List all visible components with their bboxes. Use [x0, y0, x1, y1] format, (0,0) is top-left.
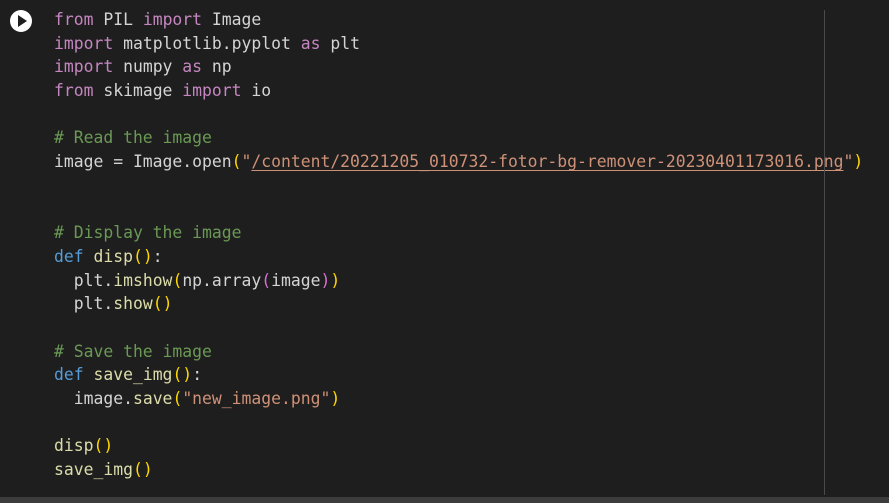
paren: ( — [261, 270, 272, 290]
code-line: from skimage import io — [54, 79, 889, 103]
keyword: from — [54, 10, 94, 29]
paren: ) — [330, 389, 341, 408]
code-line: # Display the image — [54, 221, 889, 245]
paren: ) — [320, 270, 331, 290]
code-line: plt.imshow(np.array(image)) — [54, 269, 889, 293]
keyword: import — [54, 57, 114, 77]
code-line: import matplotlib.pyplot as plt — [54, 32, 889, 56]
code-text: image — [271, 270, 321, 290]
code-line: image.save("new_image.png") — [54, 387, 889, 411]
comment: # Display the image — [54, 223, 242, 243]
string-literal: "new_image.png" — [182, 389, 331, 408]
code-line: save_img() — [54, 458, 889, 482]
paren: () — [132, 460, 153, 480]
paren: ( — [172, 389, 183, 408]
code-text: Image — [202, 10, 262, 29]
file-path-link[interactable]: /content/20221205_010732-fotor-bg-remove… — [251, 152, 843, 171]
code-text: plt. — [54, 270, 114, 290]
comment: # Save the image — [54, 341, 212, 361]
function-name: disp — [54, 436, 94, 456]
code-text: skimage — [93, 81, 183, 101]
function-name: imshow — [113, 270, 173, 290]
code-line: def disp(): — [54, 245, 889, 269]
keyword: import — [182, 81, 242, 101]
keyword: as — [300, 33, 321, 53]
function-name: save — [132, 389, 173, 408]
paren: ) — [853, 152, 864, 172]
code-text: np — [202, 57, 232, 77]
code-text: numpy — [113, 57, 183, 77]
code-text: : — [192, 365, 203, 385]
code-editor[interactable]: from PIL import Image import matplotlib.… — [54, 8, 889, 482]
paren: ( — [172, 270, 183, 290]
code-text: plt — [320, 33, 360, 53]
function-name: disp — [93, 246, 133, 266]
keyword: as — [182, 57, 203, 77]
play-icon — [18, 15, 27, 27]
code-line: # Save the image — [54, 340, 889, 364]
run-cell-button[interactable] — [10, 10, 32, 32]
code-line: import numpy as np — [54, 55, 889, 79]
code-line: def save_img(): — [54, 363, 889, 387]
keyword: import — [54, 33, 114, 53]
function-name: save_img — [93, 365, 173, 385]
paren: ( — [231, 152, 242, 172]
paren: () — [152, 294, 173, 314]
code-text: PIL — [93, 10, 143, 29]
function-name: save_img — [54, 460, 133, 480]
keyword: from — [54, 81, 94, 101]
paren: () — [93, 436, 114, 456]
horizontal-scrollbar[interactable] — [0, 497, 889, 503]
paren: () — [132, 246, 153, 266]
code-cell[interactable]: from PIL import Image import matplotlib.… — [0, 0, 889, 497]
code-text: plt. — [54, 294, 114, 314]
string-quote: " — [843, 152, 854, 172]
code-text: np.array — [182, 270, 262, 290]
code-text: : — [152, 246, 163, 266]
keyword: import — [142, 10, 203, 29]
code-text: matplotlib.pyplot — [113, 33, 301, 53]
code-text: image. — [54, 389, 133, 408]
paren: () — [172, 365, 193, 385]
string-quote: " — [241, 152, 252, 172]
keyword: def — [54, 246, 84, 266]
code-text: image = Image.open — [54, 152, 232, 172]
function-name: show — [113, 294, 153, 314]
code-line: disp() — [54, 434, 889, 458]
line-length-ruler — [824, 10, 825, 495]
keyword: def — [54, 365, 84, 385]
code-line: from PIL import Image — [54, 8, 889, 32]
comment: # Read the image — [54, 128, 212, 148]
code-line: # Read the image — [54, 126, 889, 150]
paren: ) — [330, 270, 341, 290]
code-line: image = Image.open("/content/20221205_01… — [54, 150, 889, 174]
code-text: io — [241, 81, 272, 101]
code-line: plt.show() — [54, 292, 889, 316]
